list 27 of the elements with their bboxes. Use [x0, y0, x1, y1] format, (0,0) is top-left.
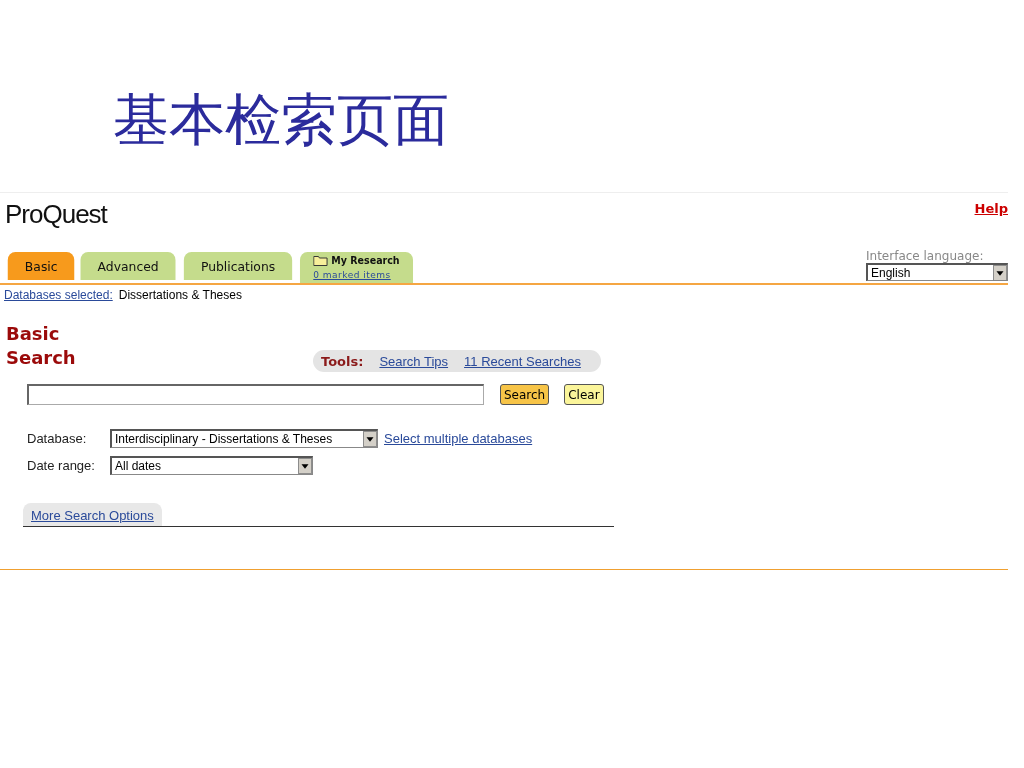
field-label: Date range:	[27, 458, 96, 473]
page-heading: Basic Search	[6, 322, 77, 370]
tab[interactable]: My Research 0 marked items	[299, 252, 413, 283]
dropdown[interactable]: All dates	[110, 456, 313, 475]
tools-link[interactable]: 11 Recent Searches	[464, 353, 581, 369]
field-label: Database:	[27, 431, 88, 446]
databases-selected-link[interactable]: Databases selected:	[4, 288, 113, 302]
tab[interactable]: Basic	[7, 252, 75, 280]
tab-label: My Research	[331, 255, 400, 268]
logo: ProQuest	[5, 199, 107, 230]
folder-icon	[313, 255, 329, 266]
marked-items-link[interactable]: 0 marked items	[313, 269, 400, 283]
tools-label: Tools:	[321, 353, 364, 369]
selected-database: Dissertations & Theses	[118, 288, 242, 302]
tools-link[interactable]: Search Tips	[379, 353, 449, 369]
language-label: Interface language:	[866, 249, 985, 263]
help-link[interactable]: Help	[974, 201, 1008, 216]
search-button[interactable]: Search	[500, 384, 550, 405]
clear-button[interactable]: Clear	[564, 384, 604, 405]
dropdown[interactable]: Interdisciplinary - Dissertations & Theses	[110, 429, 378, 448]
dropdown[interactable]: English	[866, 263, 1008, 281]
search-field[interactable]	[27, 384, 484, 405]
select-databases-link[interactable]: Select multiple databases	[384, 431, 533, 446]
more-options-tab[interactable]: More Search Options	[23, 503, 162, 526]
tab[interactable]: Publications	[183, 252, 292, 280]
slide-title: 基本检索页面	[113, 88, 450, 154]
tab[interactable]: Advanced	[80, 252, 177, 280]
